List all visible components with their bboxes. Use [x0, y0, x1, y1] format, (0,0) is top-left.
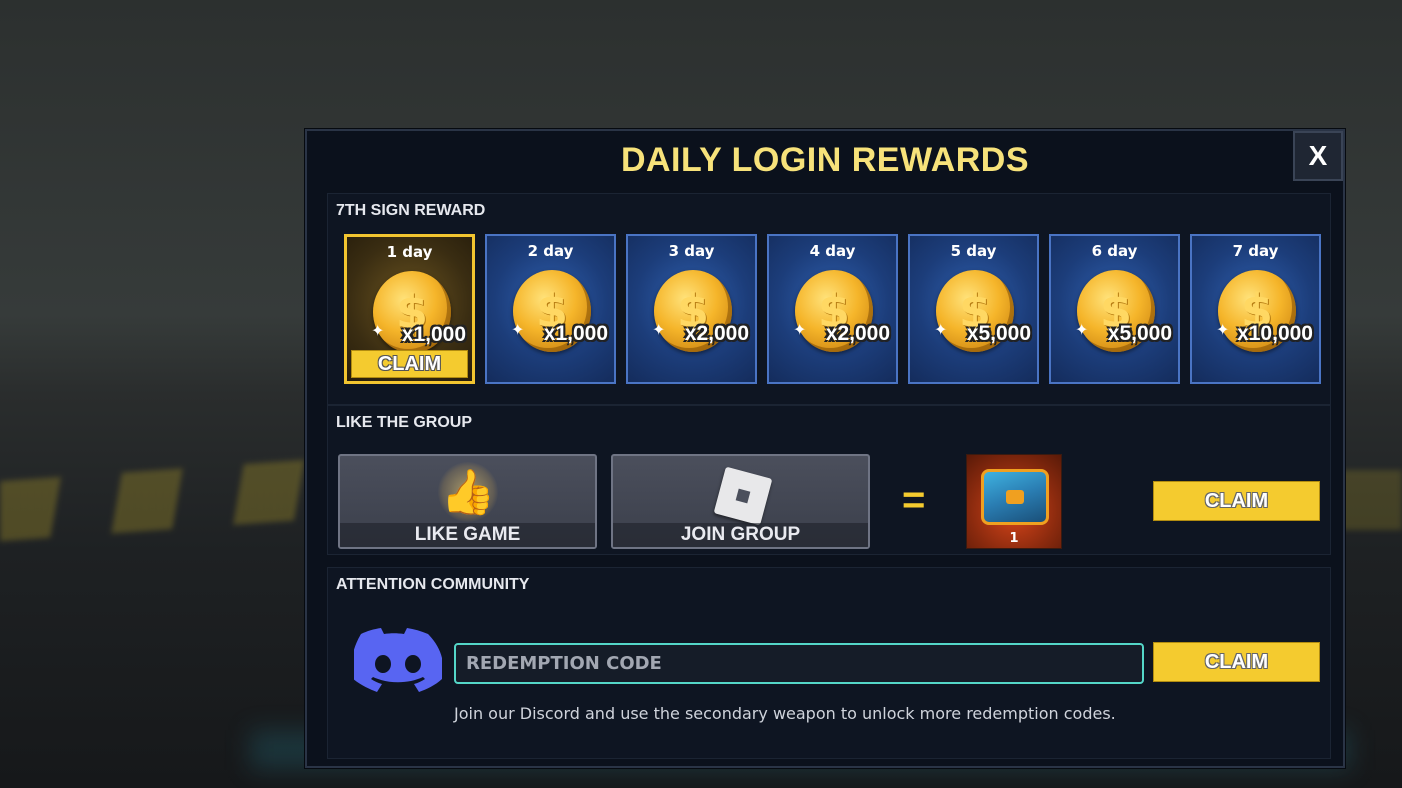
thumbs-up-icon: 👍 [438, 462, 498, 522]
equals-sign: = [902, 478, 926, 522]
close-button[interactable]: X [1293, 131, 1343, 181]
like-group-section: LIKE THE GROUP 👍 LIKE GAME JOIN GROUP = … [327, 405, 1331, 555]
sparkle-icon: ✦ [793, 320, 807, 339]
join-group-label: JOIN GROUP [613, 523, 868, 547]
reward-amount: x10,000 [1237, 322, 1313, 345]
daily-login-rewards-modal: DAILY LOGIN REWARDS X 7TH SIGN REWARD 1 … [305, 129, 1345, 768]
code-claim-button[interactable]: CLAIM [1153, 642, 1320, 682]
modal-title: DAILY LOGIN REWARDS [620, 141, 1030, 179]
day-card-6[interactable]: 6 day $ ✦ x5,000 [1049, 234, 1180, 384]
like-game-label: LIKE GAME [340, 523, 595, 547]
reward-amount: x1,000 [543, 322, 608, 345]
day-label: 7 day [1232, 242, 1279, 260]
join-group-button[interactable]: JOIN GROUP [611, 454, 870, 549]
day-card-1[interactable]: 1 day $ ✦ x1,000 CLAIM [344, 234, 475, 384]
reward-count: 1 [1009, 531, 1019, 546]
day-card-2[interactable]: 2 day $ ✦ x1,000 [485, 234, 616, 384]
day-card-list: 1 day $ ✦ x1,000 CLAIM 2 day $ ✦ x1,000 … [344, 234, 1321, 384]
sparkle-icon: ✦ [1216, 320, 1230, 339]
day-label: 4 day [809, 242, 856, 260]
day-label: 3 day [668, 242, 715, 260]
group-claim-button[interactable]: CLAIM [1153, 481, 1320, 521]
day-claim-button[interactable]: CLAIM [351, 350, 468, 378]
sparkle-icon: ✦ [511, 320, 525, 339]
sparkle-icon: ✦ [1075, 320, 1089, 339]
reward-amount: x1,000 [401, 323, 466, 346]
reward-amount: x5,000 [966, 322, 1031, 345]
background-road-stripe [0, 458, 320, 542]
day-card-5[interactable]: 5 day $ ✦ x5,000 [908, 234, 1039, 384]
sign-reward-section: 7TH SIGN REWARD 1 day $ ✦ x1,000 CLAIM 2… [327, 193, 1331, 405]
like-game-button[interactable]: 👍 LIKE GAME [338, 454, 597, 549]
sparkle-icon: ✦ [371, 321, 385, 340]
community-title: ATTENTION COMMUNITY [336, 576, 530, 593]
chest-icon [981, 469, 1049, 525]
reward-amount: x2,000 [825, 322, 890, 345]
day-card-4[interactable]: 4 day $ ✦ x2,000 [767, 234, 898, 384]
sign-reward-title: 7TH SIGN REWARD [336, 202, 486, 219]
discord-icon[interactable] [354, 628, 442, 694]
reward-amount: x5,000 [1107, 322, 1172, 345]
discord-hint-text: Join our Discord and use the secondary w… [454, 704, 1116, 723]
redemption-code-input[interactable] [454, 643, 1144, 684]
day-card-3[interactable]: 3 day $ ✦ x2,000 [626, 234, 757, 384]
day-label: 6 day [1091, 242, 1138, 260]
like-group-title: LIKE THE GROUP [336, 414, 473, 431]
reward-chest: 1 [966, 454, 1062, 549]
day-label: 1 day [386, 243, 433, 261]
sparkle-icon: ✦ [652, 320, 666, 339]
day-card-7[interactable]: 7 day $ ✦ x10,000 [1190, 234, 1321, 384]
community-section: ATTENTION COMMUNITY CLAIM Join our Disco… [327, 567, 1331, 759]
day-label: 2 day [527, 242, 574, 260]
sparkle-icon: ✦ [934, 320, 948, 339]
roblox-icon [713, 466, 773, 526]
reward-amount: x2,000 [684, 322, 749, 345]
day-label: 5 day [950, 242, 997, 260]
